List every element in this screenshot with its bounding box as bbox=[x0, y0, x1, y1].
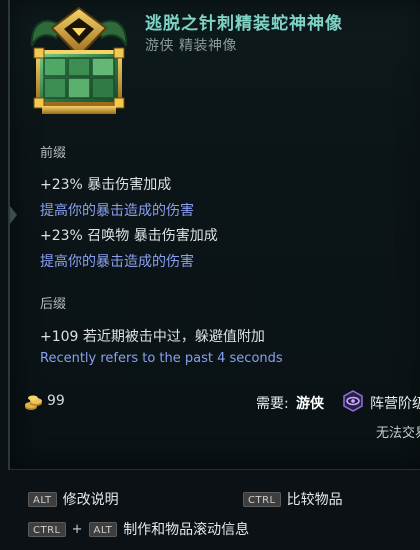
hint-alt: ALT 修改说明 bbox=[28, 489, 119, 509]
prefix-mod-2: +23% 召唤物 暴击伤害加成 bbox=[40, 228, 218, 244]
faction-eye-icon bbox=[343, 390, 363, 412]
combo-plus: + bbox=[71, 521, 83, 537]
idol-icon bbox=[30, 6, 128, 114]
hint-ctrl-alt: CTRL + ALT 制作和物品滚动信息 bbox=[28, 519, 249, 539]
item-tooltip-page: 逃脱之针刺精装蛇神神像 游侠 精装神像 前缀 +23% 暴击伤害加成 提高你的暴… bbox=[0, 0, 420, 550]
prefix-mod-1: +23% 暴击伤害加成 bbox=[40, 177, 172, 193]
faction-requirement: 阵营阶级 bbox=[370, 396, 420, 412]
hint-alt-label: 修改说明 bbox=[62, 492, 119, 508]
item-title: 逃脱之针刺精装蛇神神像 bbox=[145, 14, 343, 34]
hint-ctrl: CTRL 比较物品 bbox=[243, 489, 343, 509]
hint-combo-label: 制作和物品滚动信息 bbox=[123, 522, 250, 538]
prefix-mod-1-desc: 提高你的暴击造成的伤害 bbox=[40, 203, 194, 219]
item-subtitle: 游侠 精装神像 bbox=[145, 38, 237, 54]
suffix-mod: +109 若近期被击中过，躲避值附加 bbox=[40, 329, 265, 345]
frame-notch-icon bbox=[10, 206, 17, 224]
gold-coin-icon bbox=[25, 395, 42, 410]
combo-ctrl-key: CTRL bbox=[28, 521, 66, 537]
combo-alt-key: ALT bbox=[88, 521, 118, 537]
hint-ctrl-label: 比较物品 bbox=[286, 492, 343, 508]
ctrl-key: CTRL bbox=[243, 491, 281, 507]
alt-key: ALT bbox=[28, 491, 57, 507]
suffix-mod-note: Recently refers to the past 4 seconds bbox=[40, 351, 283, 366]
requires-label: 需要: bbox=[256, 396, 289, 412]
price-value: 99 bbox=[47, 393, 65, 409]
suffix-label: 后缀 bbox=[40, 297, 67, 312]
item-footer: 99 需要: 游侠 阵营阶级 无法交易 bbox=[0, 390, 420, 441]
prefix-mod-2-desc: 提高你的暴击造成的伤害 bbox=[40, 254, 194, 270]
untradeable-text: 无法交易 bbox=[376, 426, 420, 441]
prefix-label: 前缀 bbox=[40, 146, 67, 161]
requires-class: 游侠 bbox=[296, 396, 324, 412]
